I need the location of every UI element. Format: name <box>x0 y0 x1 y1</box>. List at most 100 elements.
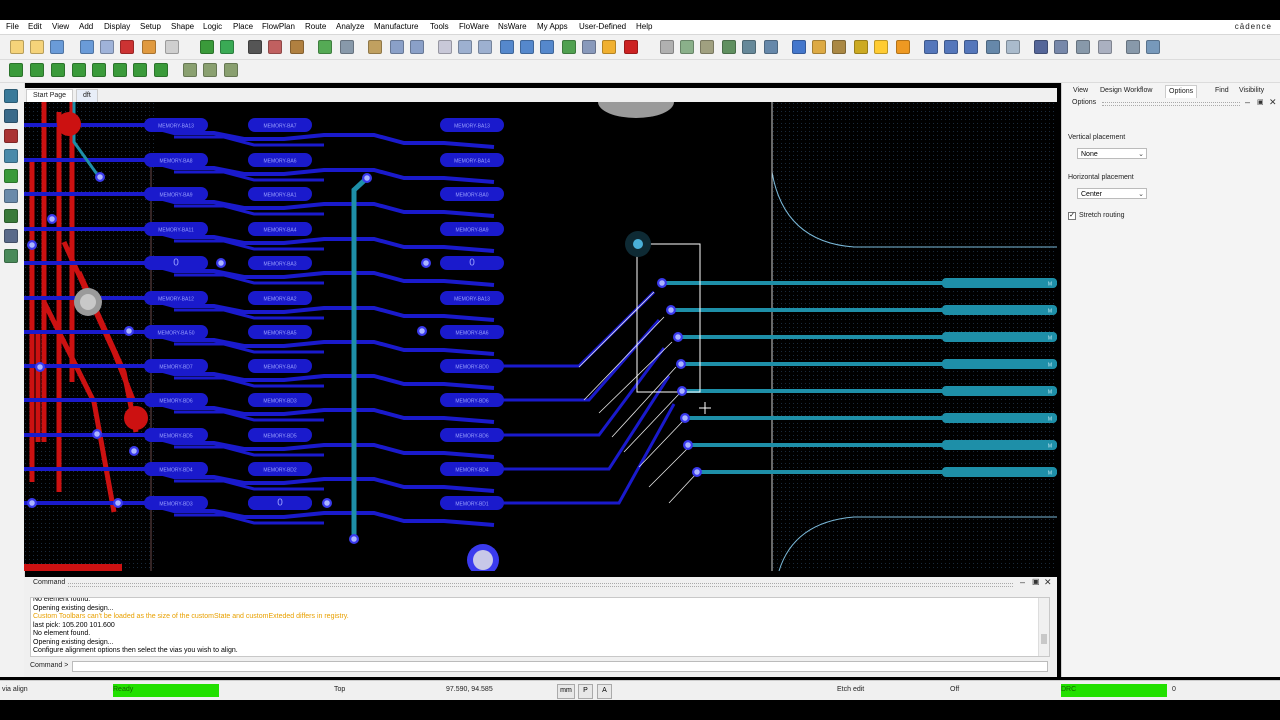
toolbar-icon[interactable] <box>368 40 382 54</box>
vertical-placement-select[interactable]: None ⌄ <box>1077 148 1147 159</box>
menu-display[interactable]: Display <box>104 22 130 31</box>
toolbar-icon[interactable] <box>1076 40 1090 54</box>
toolbar-icon[interactable] <box>764 40 778 54</box>
toolbar-icon[interactable] <box>100 40 114 54</box>
tab-view[interactable]: View <box>1070 85 1091 97</box>
route-tool-icon[interactable] <box>4 249 18 263</box>
units-button[interactable]: mm <box>557 684 575 699</box>
toolbar-icon[interactable] <box>30 63 44 77</box>
toolbar-icon[interactable] <box>340 40 354 54</box>
toolbar-icon[interactable] <box>874 40 888 54</box>
tab-dft[interactable]: dft <box>76 89 98 102</box>
menu-logic[interactable]: Logic <box>203 22 222 31</box>
via[interactable] <box>633 239 643 249</box>
route-tool-icon[interactable] <box>4 129 18 143</box>
menu-edit[interactable]: Edit <box>28 22 42 31</box>
toolbar-icon[interactable] <box>500 40 514 54</box>
toolbar-icon[interactable] <box>120 40 134 54</box>
menu-view[interactable]: View <box>52 22 69 31</box>
menu-manufacture[interactable]: Manufacture <box>374 22 418 31</box>
toolbar-icon[interactable] <box>924 40 938 54</box>
toolbar-icon[interactable] <box>113 63 127 77</box>
menu-place[interactable]: Place <box>233 22 253 31</box>
toolbar-icon[interactable] <box>9 63 23 77</box>
toolbar-icon[interactable] <box>832 40 846 54</box>
pcb-drawing[interactable]: MEMORY-BA13 MEMORY-BA13 MEMORY-BA8 MEMORY-B… <box>24 102 1057 571</box>
route-tool-icon[interactable] <box>4 89 18 103</box>
menu-my-apps[interactable]: My Apps <box>537 22 568 31</box>
toolbar-icon[interactable] <box>478 40 492 54</box>
pcb-canvas[interactable]: MEMORY-BA13 MEMORY-BA13 MEMORY-BA8 MEMORY-B… <box>24 102 1057 571</box>
toolbar-icon[interactable] <box>154 63 168 77</box>
minimize-icon[interactable]: – <box>1020 577 1025 587</box>
menu-user-defined[interactable]: User-Defined <box>579 22 626 31</box>
toolbar-icon[interactable] <box>540 40 554 54</box>
options-float-icon[interactable]: ▣ <box>1257 98 1264 106</box>
toolbar-icon[interactable] <box>30 40 44 54</box>
command-input[interactable] <box>72 661 1048 672</box>
menu-flowplan[interactable]: FlowPlan <box>262 22 295 31</box>
menu-add[interactable]: Add <box>79 22 93 31</box>
toolbar-icon[interactable] <box>944 40 958 54</box>
tab-design-workflow[interactable]: Design Workflow <box>1097 85 1155 97</box>
toolbar-icon[interactable] <box>410 40 424 54</box>
toolbar-icon[interactable] <box>268 40 282 54</box>
toolbar-icon[interactable] <box>624 40 638 54</box>
drc-indicator[interactable]: DRC <box>1061 684 1167 697</box>
toolbar-icon[interactable] <box>51 63 65 77</box>
toolbar-icon[interactable] <box>742 40 756 54</box>
menu-tools[interactable]: Tools <box>430 22 449 31</box>
toolbar-icon[interactable] <box>438 40 452 54</box>
route-tool-icon[interactable] <box>4 109 18 123</box>
horizontal-placement-select[interactable]: Center ⌄ <box>1077 188 1147 199</box>
toolbar-icon[interactable] <box>10 40 24 54</box>
toolbar-icon[interactable] <box>1098 40 1112 54</box>
menu-nsware[interactable]: NsWare <box>498 22 527 31</box>
toolbar-icon[interactable] <box>582 40 596 54</box>
route-tool-icon[interactable] <box>4 189 18 203</box>
toolbar-icon[interactable] <box>896 40 910 54</box>
status-layer[interactable]: Top <box>334 686 345 693</box>
toolbar-icon[interactable] <box>602 40 616 54</box>
stretch-routing-checkbox[interactable]: ✓ <box>1068 212 1076 220</box>
log-scrollbar[interactable] <box>1038 598 1049 656</box>
toolbar-icon[interactable] <box>224 63 238 77</box>
toolbar-icon[interactable] <box>1054 40 1068 54</box>
options-close-icon[interactable]: ✕ <box>1269 97 1277 108</box>
close-icon[interactable]: ✕ <box>1044 577 1052 588</box>
toolbar-icon[interactable] <box>562 40 576 54</box>
toolbar-icon[interactable] <box>248 40 262 54</box>
toolbar-icon[interactable] <box>458 40 472 54</box>
toolbar-icon[interactable] <box>964 40 978 54</box>
tab-find[interactable]: Find <box>1212 85 1232 97</box>
p-button[interactable]: P <box>578 684 593 699</box>
menu-file[interactable]: File <box>6 22 19 31</box>
toolbar-icon[interactable] <box>133 63 147 77</box>
menu-shape[interactable]: Shape <box>171 22 194 31</box>
toolbar-icon[interactable] <box>854 40 868 54</box>
toolbar-icon[interactable] <box>318 40 332 54</box>
toolbar-icon[interactable] <box>50 40 64 54</box>
toolbar-icon[interactable] <box>220 40 234 54</box>
route-tool-icon[interactable] <box>4 169 18 183</box>
toolbar-icon[interactable] <box>203 63 217 77</box>
float-icon[interactable]: ▣ <box>1032 577 1040 586</box>
toolbar-icon[interactable] <box>92 63 106 77</box>
menu-help[interactable]: Help <box>636 22 652 31</box>
toolbar-icon[interactable] <box>142 40 156 54</box>
log-scroll-thumb[interactable] <box>1041 634 1047 644</box>
command-log[interactable]: No element found. Opening existing design… <box>30 597 1050 657</box>
toolbar-icon[interactable] <box>1126 40 1140 54</box>
toolbar-icon[interactable] <box>986 40 1000 54</box>
toolbar-icon[interactable] <box>1034 40 1048 54</box>
route-tool-icon[interactable] <box>4 229 18 243</box>
menu-floware[interactable]: FloWare <box>459 22 489 31</box>
toolbar-icon[interactable] <box>183 63 197 77</box>
menu-setup[interactable]: Setup <box>140 22 161 31</box>
tab-options[interactable]: Options <box>1165 85 1198 98</box>
toolbar-icon[interactable] <box>812 40 826 54</box>
toolbar-icon[interactable] <box>680 40 694 54</box>
toolbar-icon[interactable] <box>1006 40 1020 54</box>
toolbar-icon[interactable] <box>1146 40 1160 54</box>
toolbar-icon[interactable] <box>792 40 806 54</box>
